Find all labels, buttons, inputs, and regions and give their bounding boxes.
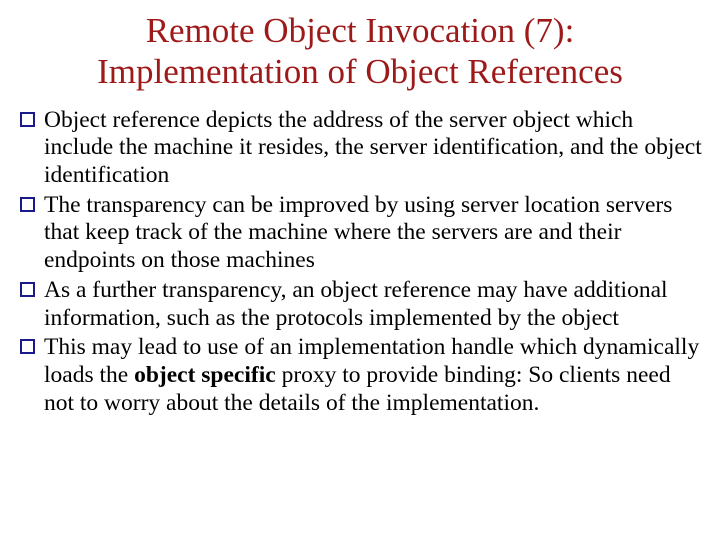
list-item: The transparency can be improved by usin… [18,192,702,275]
bullet-text: Object reference depicts the address of … [44,107,702,188]
list-item: Object reference depicts the address of … [18,107,702,190]
title-line-2: Implementation of Object References [97,52,623,91]
bullet-text-bold: object specific [134,362,276,388]
title-line-1: Remote Object Invocation (7): [146,11,575,50]
bullet-text: As a further transparency, an object ref… [44,277,668,331]
slide: Remote Object Invocation (7): Implementa… [0,0,720,540]
bullet-text: The transparency can be improved by usin… [44,192,672,273]
list-item: This may lead to use of an implementatio… [18,334,702,417]
list-item: As a further transparency, an object ref… [18,277,702,332]
slide-title: Remote Object Invocation (7): Implementa… [18,10,702,93]
bullet-list: Object reference depicts the address of … [18,107,702,418]
